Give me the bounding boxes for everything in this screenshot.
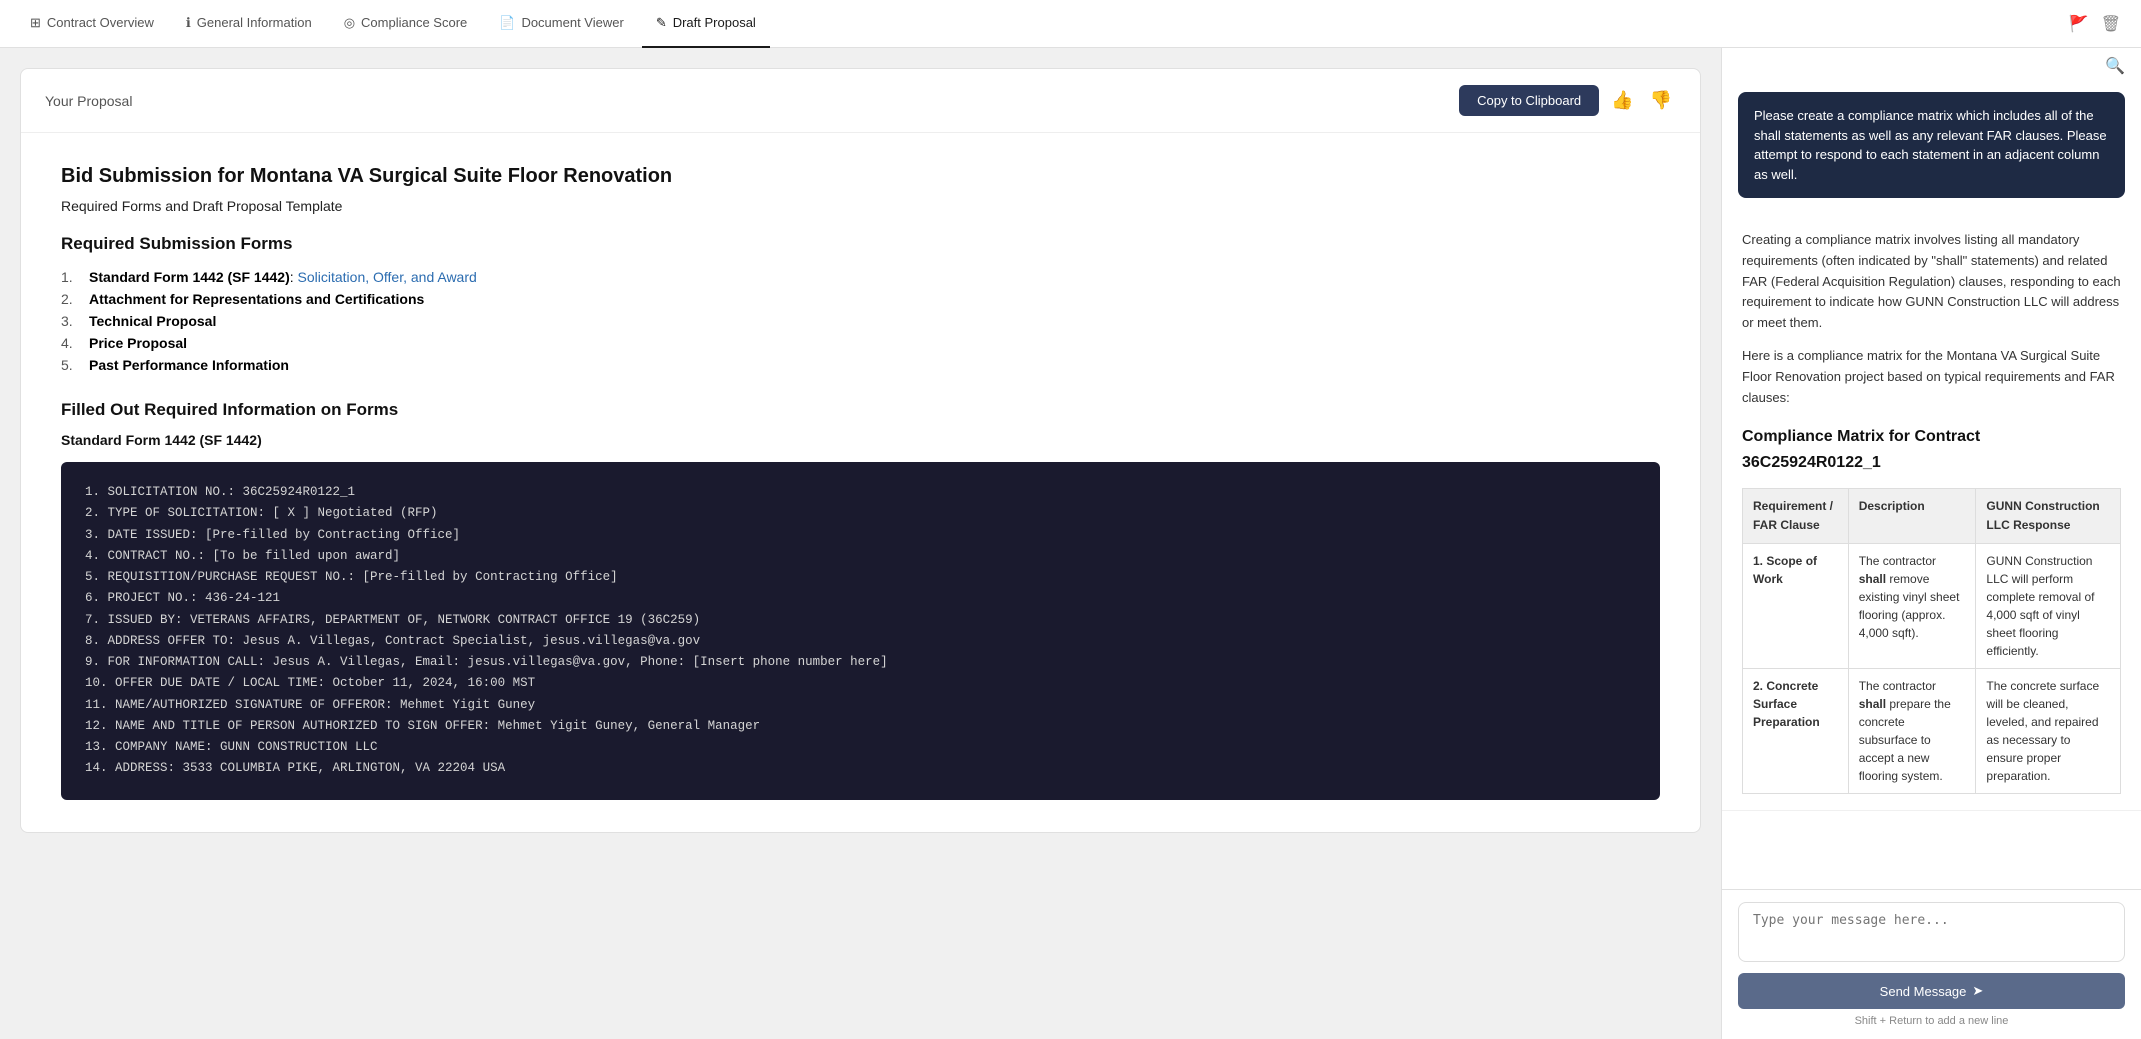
- list-item: 3. Technical Proposal: [61, 310, 1660, 332]
- forms-list: 1. Standard Form 1442 (SF 1442): Solicit…: [61, 266, 1660, 376]
- proposal-label: Your Proposal: [45, 93, 132, 109]
- sf1442-title: Standard Form 1442 (SF 1442): [61, 432, 1660, 448]
- tab-compliance-score[interactable]: ◎ Compliance Score: [330, 0, 482, 48]
- proposal-body: Bid Submission for Montana VA Surgical S…: [21, 133, 1700, 832]
- compliance-matrix-title: Compliance Matrix for Contract 36C25924R…: [1742, 424, 2121, 475]
- document-viewer-icon: 📄: [499, 15, 515, 31]
- proposal-card: Your Proposal Copy to Clipboard 👍 👎 Bid …: [20, 68, 1701, 833]
- list-item: 1. Standard Form 1442 (SF 1442): Solicit…: [61, 266, 1660, 288]
- tooltip-bubble: Please create a compliance matrix which …: [1738, 92, 2125, 198]
- filled-section-title: Filled Out Required Information on Forms: [61, 400, 1660, 420]
- col-description: Description: [1848, 488, 1976, 543]
- delete-button[interactable]: 🗑: [2097, 10, 2125, 38]
- chat-hint: Shift + Return to add a new line: [1738, 1015, 2125, 1027]
- list-item: 4. Price Proposal: [61, 332, 1660, 354]
- send-message-button[interactable]: Send Message ➤: [1738, 973, 2125, 1009]
- list-item: 2. Attachment for Representations and Ce…: [61, 288, 1660, 310]
- tab-draft-proposal[interactable]: ✎ Draft Proposal: [642, 0, 770, 48]
- table-row: 2. Concrete Surface Preparation The cont…: [1743, 668, 2121, 793]
- draft-proposal-icon: ✎: [656, 15, 667, 31]
- proposal-actions: Copy to Clipboard 👍 👎: [1459, 85, 1676, 116]
- col-requirement: Requirement / FAR Clause: [1743, 488, 1849, 543]
- chat-input-area: Send Message ➤ Shift + Return to add a n…: [1722, 889, 2141, 1039]
- top-nav: ⊞ Contract Overview ℹ General Informatio…: [0, 0, 2141, 48]
- proposal-subtitle: Required Forms and Draft Proposal Templa…: [61, 198, 1660, 214]
- tab-document-viewer[interactable]: 📄 Document Viewer: [485, 0, 638, 48]
- left-panel: Your Proposal Copy to Clipboard 👍 👎 Bid …: [0, 48, 1721, 1039]
- required-submission-title: Required Submission Forms: [61, 234, 1660, 254]
- table-row: 1. Scope of Work The contractor shall re…: [1743, 543, 2121, 668]
- search-icon[interactable]: 🔍: [2105, 56, 2125, 76]
- flag-button[interactable]: 🚩: [2065, 10, 2093, 38]
- ai-message: Creating a compliance matrix involves li…: [1722, 214, 2141, 811]
- chat-input[interactable]: [1738, 902, 2125, 962]
- contract-overview-icon: ⊞: [30, 15, 41, 31]
- general-information-icon: ℹ: [186, 15, 191, 31]
- tab-contract-overview[interactable]: ⊞ Contract Overview: [16, 0, 168, 48]
- proposal-header: Your Proposal Copy to Clipboard 👍 👎: [21, 69, 1700, 133]
- tab-general-information[interactable]: ℹ General Information: [172, 0, 326, 48]
- col-response: GUNN Construction LLC Response: [1976, 488, 2121, 543]
- send-icon: ➤: [1972, 983, 1983, 999]
- proposal-title: Bid Submission for Montana VA Surgical S…: [61, 165, 1660, 188]
- compliance-matrix-section: Compliance Matrix for Contract 36C25924R…: [1742, 424, 2121, 794]
- right-panel: 🔍 Please create a compliance matrix whic…: [1721, 48, 2141, 1039]
- thumbs-up-button[interactable]: 👍: [1607, 86, 1637, 115]
- compliance-score-icon: ◎: [344, 15, 355, 31]
- chat-messages: 🔍 Please create a compliance matrix whic…: [1722, 48, 2141, 889]
- copy-to-clipboard-button[interactable]: Copy to Clipboard: [1459, 85, 1599, 116]
- code-block: 1. SOLICITATION NO.: 36C25924R0122_1 2. …: [61, 462, 1660, 800]
- list-item: 5. Past Performance Information: [61, 354, 1660, 376]
- compliance-table: Requirement / FAR Clause Description GUN…: [1742, 488, 2121, 794]
- thumbs-down-button[interactable]: 👎: [1646, 86, 1676, 115]
